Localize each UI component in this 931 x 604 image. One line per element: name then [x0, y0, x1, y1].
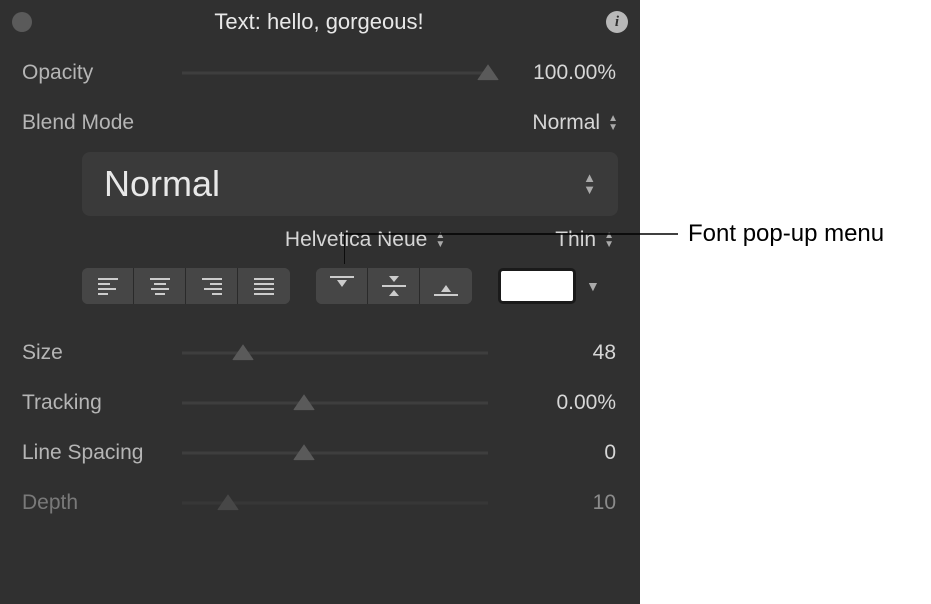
blend-mode-select[interactable]: Normal ▲▼ [182, 111, 618, 135]
font-family-select[interactable]: Helvetica Neue ▲▼ [285, 228, 445, 252]
line-spacing-label: Line Spacing [22, 441, 182, 465]
align-right-icon [202, 278, 222, 295]
text-preset-select[interactable]: Normal ▲▼ [82, 152, 618, 216]
size-value[interactable]: 48 [488, 341, 618, 365]
align-justify-button[interactable] [238, 268, 290, 304]
tracking-label: Tracking [22, 391, 182, 415]
size-label: Size [22, 341, 182, 365]
info-icon[interactable]: i [606, 11, 628, 33]
align-right-button[interactable] [186, 268, 238, 304]
annotation-text: Font pop-up menu [688, 220, 884, 248]
font-family-value: Helvetica Neue [285, 228, 427, 252]
chevron-updown-icon: ▲▼ [604, 231, 614, 249]
valign-bottom-button[interactable] [420, 268, 472, 304]
tracking-row: Tracking 0.00% [0, 378, 640, 428]
line-spacing-row: Line Spacing 0 [0, 428, 640, 478]
chevron-updown-icon: ▲▼ [435, 231, 445, 249]
font-weight-select[interactable]: Thin ▲▼ [555, 228, 614, 252]
blend-mode-value: Normal [532, 111, 600, 135]
depth-slider[interactable] [182, 488, 488, 518]
horizontal-align-group [82, 268, 290, 304]
valign-top-button[interactable] [316, 268, 368, 304]
size-row: Size 48 [0, 328, 640, 378]
size-slider[interactable] [182, 338, 488, 368]
align-justify-icon [254, 278, 274, 295]
line-spacing-value[interactable]: 0 [488, 441, 618, 465]
line-spacing-slider[interactable] [182, 438, 488, 468]
blend-mode-label: Blend Mode [22, 111, 182, 135]
header-dot-icon [12, 12, 32, 32]
depth-label: Depth [22, 491, 182, 515]
opacity-row: Opacity 100.00% [0, 48, 640, 98]
align-left-button[interactable] [82, 268, 134, 304]
text-inspector-panel: Text: hello, gorgeous! i Opacity 100.00%… [0, 0, 640, 604]
font-row: Helvetica Neue ▲▼ Thin ▲▼ [0, 220, 640, 262]
valign-top-icon [330, 276, 354, 296]
format-toolbar: ▼ [0, 262, 640, 310]
opacity-value[interactable]: 100.00% [488, 61, 618, 85]
tracking-value[interactable]: 0.00% [488, 391, 618, 415]
tracking-slider[interactable] [182, 388, 488, 418]
preset-value: Normal [104, 163, 220, 205]
panel-header: Text: hello, gorgeous! i [0, 0, 640, 48]
preset-row: Normal ▲▼ [0, 148, 640, 220]
valign-middle-icon [382, 276, 406, 296]
align-center-button[interactable] [134, 268, 186, 304]
valign-bottom-icon [434, 276, 458, 296]
opacity-slider[interactable] [182, 58, 488, 88]
vertical-align-group [316, 268, 472, 304]
panel-title: Text: hello, gorgeous! [32, 9, 606, 35]
depth-row: Depth 10 [0, 478, 640, 528]
blend-mode-row: Blend Mode Normal ▲▼ [0, 98, 640, 148]
text-color-swatch[interactable] [498, 268, 576, 304]
chevron-down-icon[interactable]: ▼ [586, 278, 600, 294]
color-picker-group: ▼ [498, 268, 600, 304]
depth-value[interactable]: 10 [488, 491, 618, 515]
font-weight-value: Thin [555, 228, 596, 252]
valign-middle-button[interactable] [368, 268, 420, 304]
align-left-icon [98, 278, 118, 295]
chevron-updown-icon: ▲▼ [608, 114, 618, 132]
chevron-updown-icon: ▲▼ [583, 172, 596, 196]
align-center-icon [150, 278, 170, 295]
opacity-label: Opacity [22, 61, 182, 85]
